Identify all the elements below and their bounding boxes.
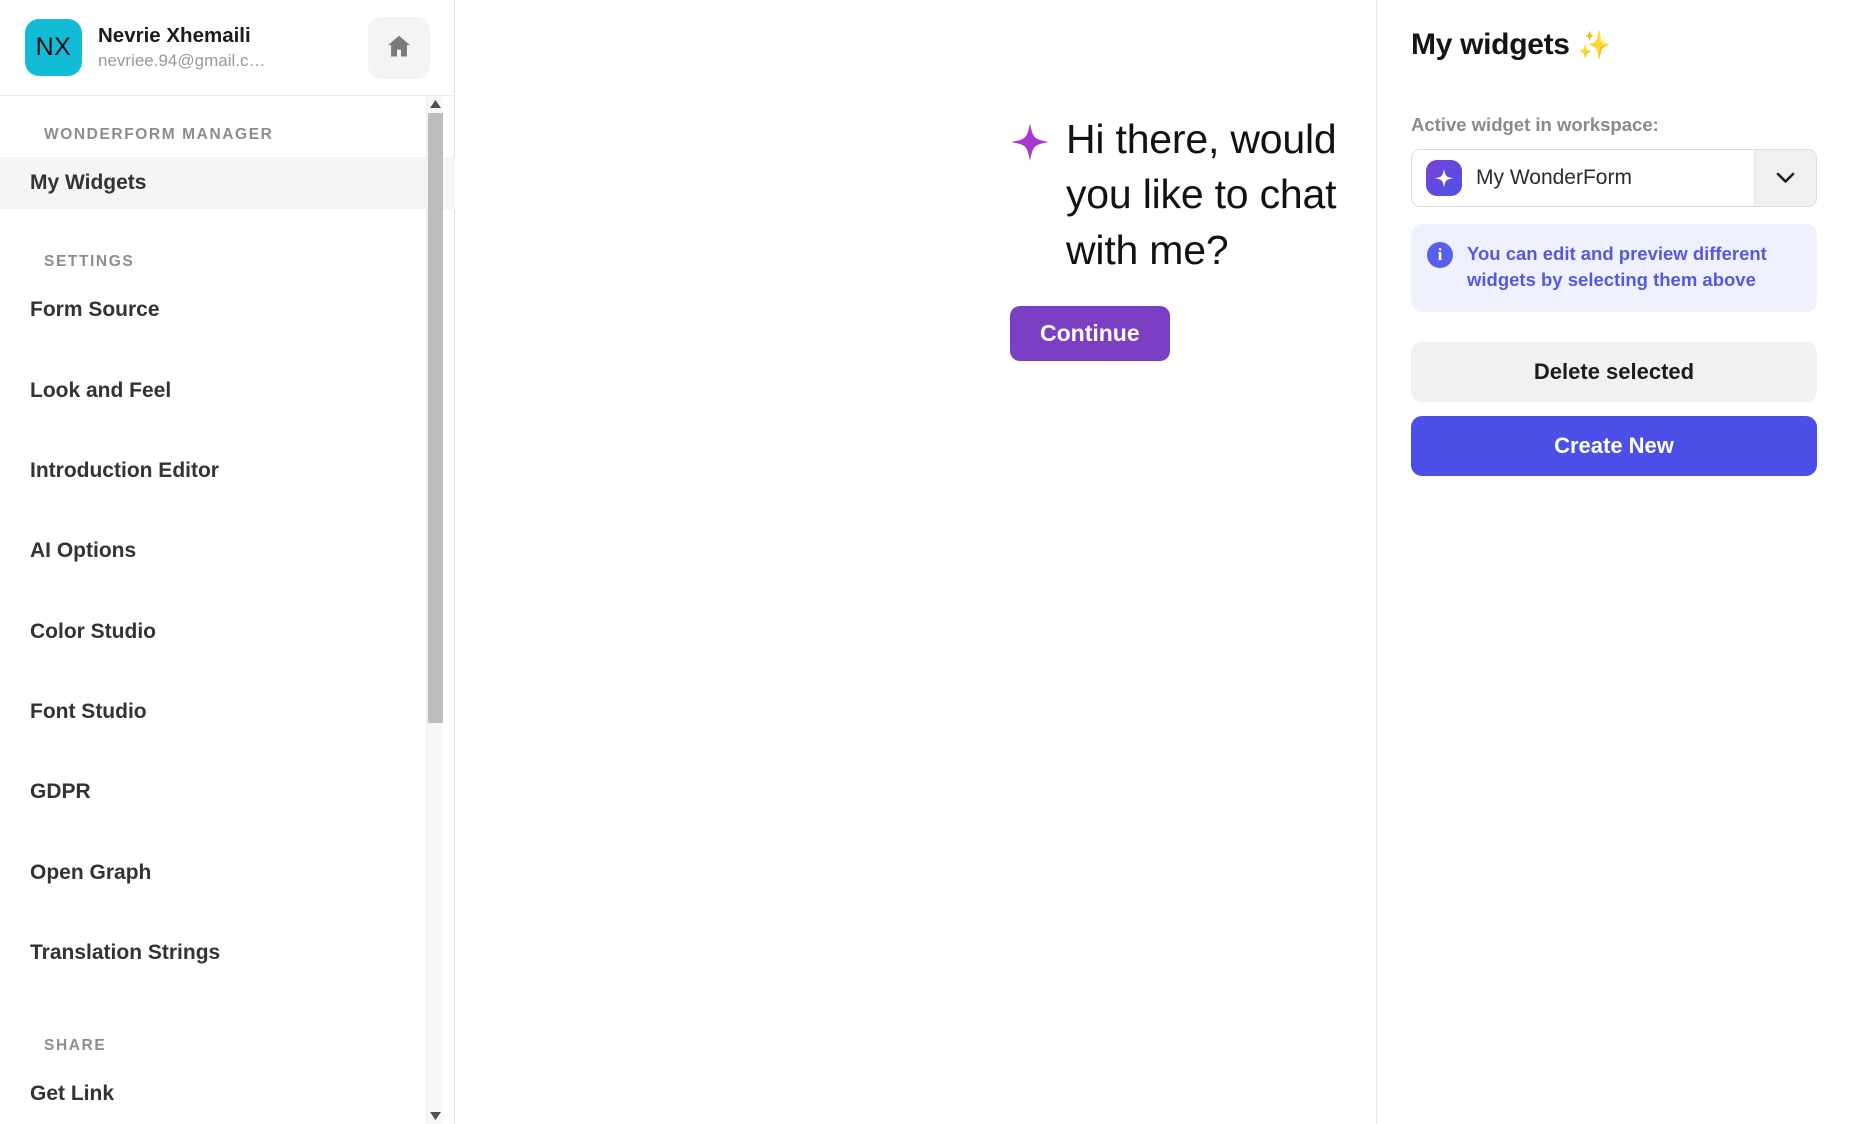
sidebar-section-label-settings: SETTINGS: [44, 253, 135, 271]
sidebar-item-ai-options[interactable]: AI Options: [0, 525, 455, 577]
delete-selected-button[interactable]: Delete selected: [1411, 341, 1817, 402]
widgets-panel: My widgets ✨ Active widget in workspace:…: [1377, 0, 1851, 1124]
scroll-up-arrow-icon[interactable]: [427, 96, 443, 112]
active-widget-label: Active widget in workspace:: [1411, 114, 1659, 135]
sidebar-item-font-studio[interactable]: Font Studio: [0, 686, 455, 738]
sidebar-scrollbar[interactable]: [426, 96, 443, 1124]
scroll-down-arrow-icon[interactable]: [427, 1108, 443, 1124]
create-new-button[interactable]: Create New: [1411, 415, 1817, 476]
wonderform-star-icon: [1426, 160, 1462, 196]
main-preview-area: Hi there, would you like to chat with me…: [455, 0, 1377, 1124]
sidebar-item-open-graph[interactable]: Open Graph: [0, 847, 455, 899]
panel-title-row: My widgets ✨: [1411, 28, 1817, 62]
sidebar-section-label-share: SHARE: [44, 1037, 107, 1055]
sidebar-section-label-manager: WONDERFORM MANAGER: [44, 126, 274, 143]
sparkles-emoji-icon: ✨: [1577, 29, 1612, 60]
sidebar-item-gdpr[interactable]: GDPR: [0, 766, 455, 818]
account-name: Nevrie Xhemaili: [98, 24, 251, 48]
panel-title: My widgets: [1411, 28, 1570, 61]
sidebar-account-header: NX Nevrie Xhemaili nevriee.94@gmail.c…: [0, 0, 454, 96]
sidebar-item-form-source[interactable]: Form Source: [0, 284, 455, 336]
greeting-block: Hi there, would you like to chat with me…: [455, 0, 1376, 362]
account-meta: Nevrie Xhemaili nevriee.94@gmail.c…: [98, 23, 360, 72]
selected-widget-name: My WonderForm: [1476, 166, 1632, 189]
chevron-down-icon[interactable]: [1754, 150, 1816, 206]
greeting-text: Hi there, would you like to chat with me…: [1066, 116, 1337, 273]
avatar: NX: [25, 19, 82, 76]
sidebar-item-my-widgets[interactable]: My Widgets: [0, 157, 455, 210]
info-banner: i You can edit and preview different wid…: [1411, 224, 1817, 312]
sidebar-item-get-link[interactable]: Get Link: [0, 1068, 455, 1120]
sidebar-item-translation-strings[interactable]: Translation Strings: [0, 927, 455, 979]
sidebar-scroll-area: WONDERFORM MANAGER My Widgets SETTINGS F…: [0, 96, 455, 1124]
info-icon: i: [1427, 242, 1453, 268]
continue-button[interactable]: Continue: [1010, 306, 1170, 362]
sparkle-icon: [1010, 122, 1050, 162]
widget-select-value[interactable]: My WonderForm: [1412, 150, 1754, 206]
sidebar-item-introduction-editor[interactable]: Introduction Editor: [0, 445, 455, 497]
account-email: nevriee.94@gmail.c…: [98, 50, 266, 70]
sidebar-item-color-studio[interactable]: Color Studio: [0, 606, 455, 658]
info-banner-text: You can edit and preview different widge…: [1467, 243, 1767, 291]
home-icon: [385, 32, 413, 63]
sidebar: NX Nevrie Xhemaili nevriee.94@gmail.c… W…: [0, 0, 455, 1124]
sidebar-nav: WONDERFORM MANAGER My Widgets SETTINGS F…: [0, 96, 455, 1124]
widget-select[interactable]: My WonderForm: [1411, 149, 1817, 207]
greeting-row: Hi there, would you like to chat with me…: [1010, 112, 1376, 278]
app-root: NX Nevrie Xhemaili nevriee.94@gmail.c… W…: [0, 0, 1851, 1124]
home-button[interactable]: [368, 16, 430, 79]
sidebar-item-look-and-feel[interactable]: Look and Feel: [0, 365, 455, 417]
scrollbar-thumb[interactable]: [428, 113, 443, 723]
